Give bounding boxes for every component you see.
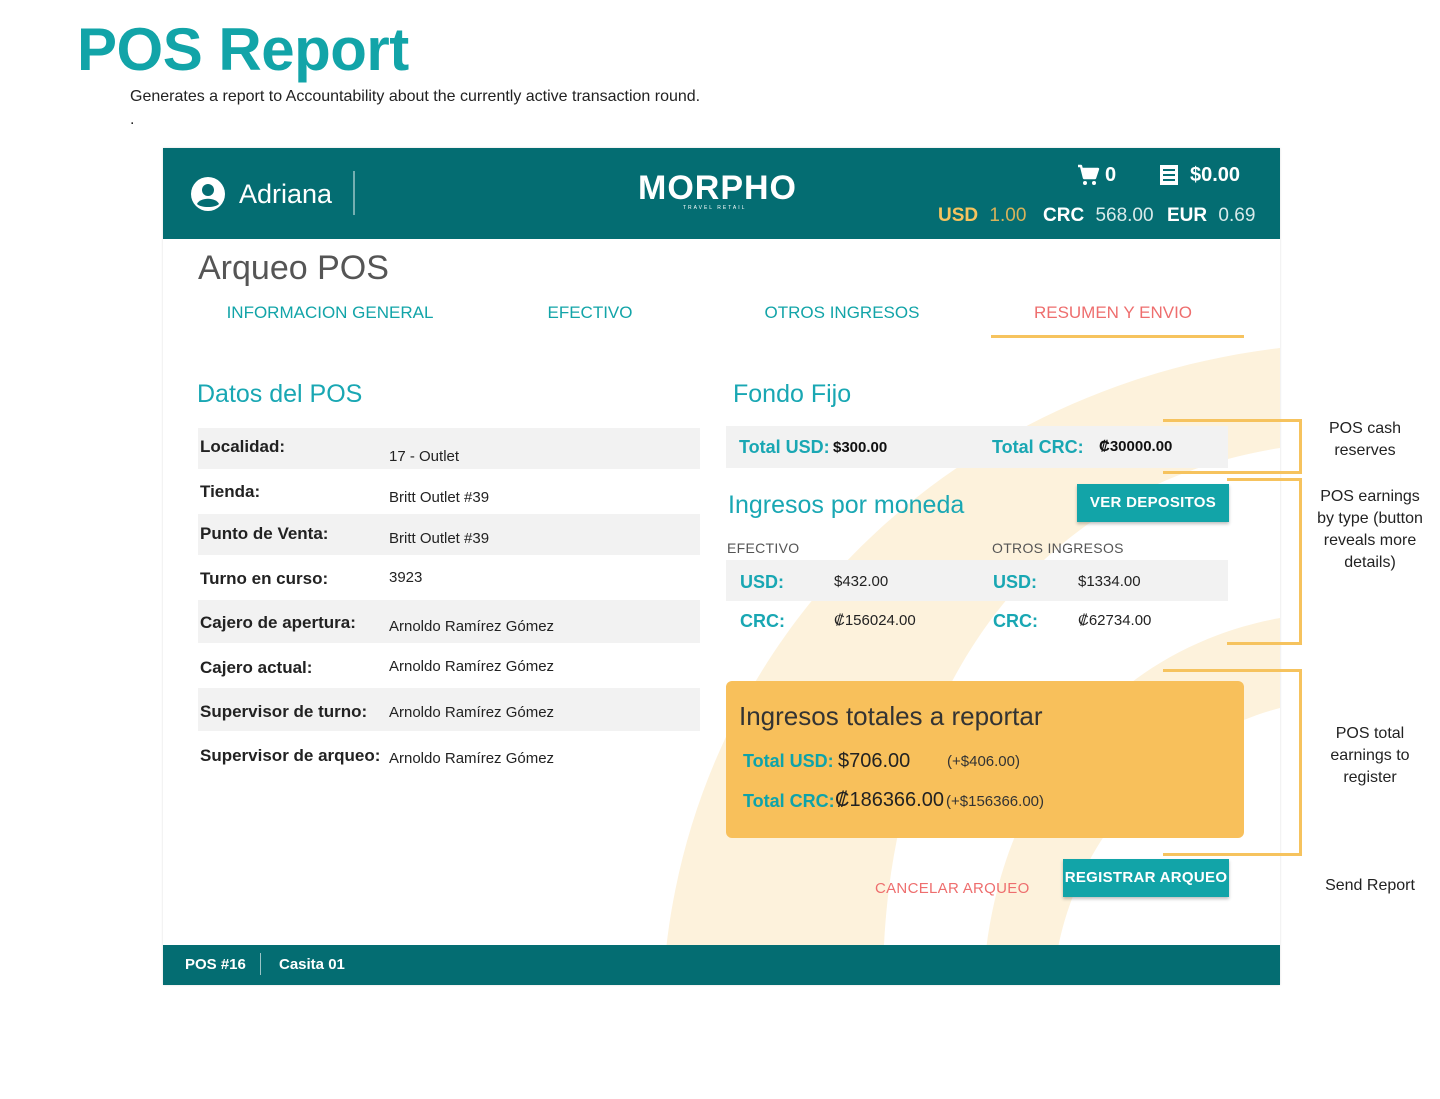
footer-pos-id: POS #16: [185, 956, 246, 973]
currency-rate: 568.00: [1095, 205, 1154, 226]
table-row: Supervisor de arqueo: Arnoldo Ramírez Gó…: [198, 736, 700, 777]
row-label: Supervisor de arqueo:: [200, 746, 381, 765]
fondo-usd-label: Total USD:: [739, 437, 830, 457]
annotation-cash: POS cash reserves: [1328, 420, 1402, 459]
table-row: Turno en curso: 3923: [198, 559, 700, 600]
cancelar-arqueo-button[interactable]: CANCELAR ARQUEO: [875, 880, 1030, 897]
cart-total: $0.00: [1190, 164, 1241, 186]
currency-code: CRC: [1043, 205, 1085, 226]
table-row: Cajero actual: Arnoldo Ramírez Gómez: [198, 647, 700, 688]
table-row: Cajero de apertura: Arnoldo Ramírez Góme…: [198, 600, 700, 643]
app-header: Adriana MORPHO TRAVEL RETAIL 0 $0.00 USD…: [163, 148, 1280, 239]
fondo-usd-value: $300.00: [833, 439, 888, 456]
app-footer: POS #16 Casita 01: [163, 945, 1280, 985]
otros-usd-value: $1334.00: [1078, 573, 1141, 590]
annotation-earnings: POS earnings by type (button reveals mor…: [1317, 488, 1423, 571]
annotation-bracket-cash: [1163, 419, 1302, 474]
row-value: Arnoldo Ramírez Gómez: [389, 658, 555, 675]
efectivo-usd-label: USD:: [740, 572, 784, 592]
footer-store-name: Casita 01: [279, 956, 345, 973]
doc-subtitle: Generates a report to Accountability abo…: [130, 88, 701, 105]
footer-divider: [260, 953, 261, 975]
tab-resumen-y-envio[interactable]: RESUMEN Y ENVIO: [1018, 302, 1208, 324]
active-tab-indicator: [991, 335, 1244, 338]
row-label: Cajero de apertura:: [200, 613, 356, 632]
tab-otros-ingresos[interactable]: OTROS INGRESOS: [753, 302, 931, 324]
tab-efectivo[interactable]: EFECTIVO: [525, 302, 655, 324]
doc-dot: .: [130, 111, 135, 128]
annotation-bracket-total: [1163, 669, 1302, 856]
tab-informacion-general[interactable]: INFORMACION GENERAL: [215, 302, 445, 324]
fondo-heading: Fondo Fijo: [733, 380, 852, 408]
otros-crc-label: CRC:: [993, 611, 1038, 631]
totales-usd-label: Total USD:: [743, 751, 834, 771]
user-avatar-icon[interactable]: [191, 177, 225, 211]
totales-usd-value: $706.00: [838, 750, 911, 772]
totales-crc-label: Total CRC:: [743, 791, 835, 811]
currency-usd: USD 1.00: [938, 204, 1026, 228]
currency-rate: 1.00: [989, 205, 1027, 226]
currency-code: USD: [938, 205, 979, 226]
row-label: Supervisor de turno:: [200, 702, 368, 721]
ingresos-crc-row: CRC: ₡156024.00 CRC: ₡62734.00: [726, 601, 1228, 642]
row-value: Arnoldo Ramírez Gómez: [389, 618, 555, 635]
row-label: Cajero actual:: [200, 658, 313, 677]
receipt-icon[interactable]: [1158, 164, 1180, 186]
row-value: Britt Outlet #39: [389, 489, 490, 506]
currency-rate: 0.69: [1218, 205, 1256, 226]
ver-depositos-button[interactable]: VER DEPOSITOS: [1077, 484, 1229, 522]
totales-title: Ingresos totales a reportar: [739, 701, 1043, 731]
fondo-crc-label: Total CRC:: [992, 437, 1084, 457]
annotation-total: POS total earnings to register: [1330, 725, 1410, 786]
annotation-send: Send Report: [1325, 877, 1415, 894]
totales-crc-diff: (+$156366.00): [946, 793, 1044, 810]
efectivo-crc-label: CRC:: [740, 611, 785, 631]
app-screen: Adriana MORPHO TRAVEL RETAIL 0 $0.00 USD…: [163, 148, 1280, 985]
currency-eur: EUR 0.69: [1167, 204, 1255, 228]
efectivo-subheading: EFECTIVO: [727, 540, 800, 556]
registrar-arqueo-button[interactable]: REGISTRAR ARQUEO: [1063, 859, 1229, 897]
totales-crc-value: ₡186366.00: [835, 789, 944, 811]
user-name[interactable]: Adriana: [239, 177, 332, 211]
efectivo-crc-value: ₡156024.00: [834, 612, 916, 629]
totales-usd-diff: (+$406.00): [947, 753, 1020, 770]
row-label: Localidad:: [200, 437, 286, 456]
cart-count: 0: [1105, 164, 1117, 186]
row-value: Arnoldo Ramírez Gómez: [389, 750, 555, 767]
datos-heading: Datos del POS: [197, 380, 363, 408]
row-value: 17 - Outlet: [389, 448, 460, 465]
currency-crc: CRC 568.00: [1043, 204, 1154, 228]
row-label: Punto de Venta:: [200, 524, 329, 543]
annotation-bracket-earnings: [1227, 478, 1302, 645]
table-row: Localidad: 17 - Outlet: [198, 428, 700, 469]
row-value: 3923: [389, 569, 423, 586]
row-label: Tienda:: [200, 482, 261, 501]
morpho-logo-tagline: TRAVEL RETAIL: [683, 205, 747, 211]
otros-crc-value: ₡62734.00: [1078, 612, 1152, 629]
row-value: Arnoldo Ramírez Gómez: [389, 704, 555, 721]
otros-subheading: OTROS INGRESOS: [992, 540, 1124, 556]
fondo-crc-value: ₡30000.00: [1099, 438, 1173, 455]
table-row: Punto de Venta: Britt Outlet #39: [198, 514, 700, 555]
efectivo-usd-value: $432.00: [834, 573, 889, 590]
page-title: Arqueo POS: [198, 249, 389, 287]
table-row: Supervisor de turno: Arnoldo Ramírez Góm…: [198, 688, 700, 731]
row-value: Britt Outlet #39: [389, 530, 490, 547]
fondo-fijo-row: Total USD: $300.00 Total CRC: ₡30000.00: [726, 426, 1228, 468]
morpho-logo: MORPHO: [638, 169, 797, 207]
ingresos-heading: Ingresos por moneda: [728, 491, 965, 519]
currency-code: EUR: [1167, 205, 1208, 226]
table-row: Tienda: Britt Outlet #39: [198, 473, 700, 514]
doc-title: POS Report: [77, 16, 409, 83]
ingresos-usd-row: USD: $432.00 USD: $1334.00: [726, 560, 1228, 601]
otros-usd-label: USD:: [993, 572, 1037, 592]
shopping-cart-icon[interactable]: [1076, 163, 1100, 187]
row-label: Turno en curso:: [200, 569, 329, 588]
header-divider: [353, 171, 355, 215]
